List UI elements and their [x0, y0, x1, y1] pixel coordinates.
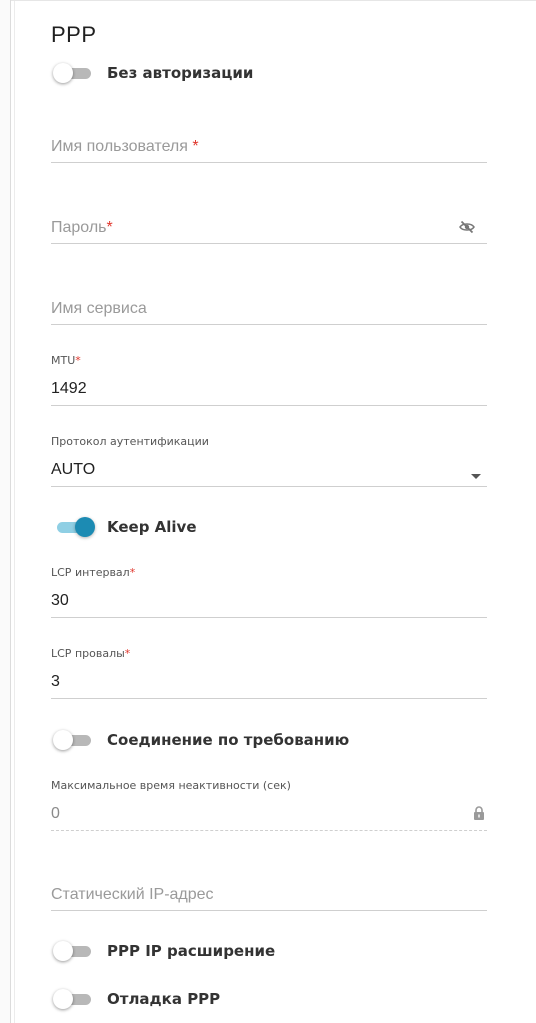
max-idle-value: 0 [51, 805, 60, 822]
mtu-underline [51, 405, 487, 406]
mtu-value[interactable]: 1492 [51, 380, 87, 398]
lock-icon [473, 806, 485, 826]
no-auth-toggle-row[interactable]: Без авторизации [53, 62, 253, 84]
service-name-field[interactable]: Имя сервиса [51, 294, 487, 325]
auth-protocol-label: Протокол аутентификации [51, 435, 209, 448]
ppp-debug-toggle-row[interactable]: Отладка PPP [53, 988, 220, 1010]
password-underline [51, 243, 487, 244]
lcp-fails-underline [51, 698, 487, 699]
username-underline [51, 162, 487, 163]
lcp-interval-field[interactable]: LCP интервал* 30 [51, 566, 487, 618]
no-auth-label: Без авторизации [107, 64, 254, 82]
ppp-debug-label: Отладка PPP [107, 990, 221, 1008]
auth-protocol-value[interactable]: AUTO [51, 461, 95, 479]
on-demand-switch[interactable] [53, 730, 93, 750]
switch-knob [53, 989, 73, 1009]
mtu-label: MTU* [51, 354, 81, 367]
lcp-fails-label: LCP провалы* [51, 647, 131, 660]
auth-protocol-select[interactable]: Протокол аутентификации AUTO [51, 435, 487, 487]
max-idle-underline [51, 830, 487, 831]
left-panel-edge [0, 0, 11, 1023]
service-name-placeholder: Имя сервиса [51, 300, 147, 317]
section-title: PPP [51, 22, 97, 47]
keep-alive-toggle-row[interactable]: Keep Alive [53, 516, 197, 538]
keep-alive-switch[interactable] [53, 517, 95, 537]
max-idle-label: Максимальное время неактивности (сек) [51, 779, 291, 792]
ppp-ip-ext-label: PPP IP расширение [107, 942, 276, 960]
eye-off-icon[interactable] [459, 220, 475, 239]
username-placeholder: Имя пользователя * [51, 138, 199, 155]
top-divider [11, 0, 536, 1]
keep-alive-label: Keep Alive [107, 518, 197, 536]
ppp-debug-switch[interactable] [53, 989, 93, 1009]
service-name-underline [51, 324, 487, 325]
switch-knob [53, 63, 73, 83]
static-ip-placeholder: Статический IP-адрес [51, 886, 214, 903]
lcp-interval-underline [51, 617, 487, 618]
lcp-interval-value[interactable]: 30 [51, 592, 69, 610]
auth-protocol-underline [51, 486, 487, 487]
max-idle-field: Максимальное время неактивности (сек) 0 [51, 779, 487, 831]
ppp-ip-ext-switch[interactable] [53, 941, 93, 961]
on-demand-label: Соединение по требованию [107, 731, 350, 749]
password-field[interactable]: Пароль* [51, 213, 487, 244]
static-ip-field[interactable]: Статический IP-адрес [51, 880, 487, 911]
switch-knob [53, 941, 73, 961]
lcp-interval-label: LCP интервал* [51, 566, 136, 579]
no-auth-switch[interactable] [53, 63, 93, 83]
username-field[interactable]: Имя пользователя * [51, 132, 487, 163]
on-demand-toggle-row[interactable]: Соединение по требованию [53, 729, 349, 751]
mtu-field[interactable]: MTU* 1492 [51, 354, 487, 406]
static-ip-underline [51, 910, 487, 911]
switch-knob [53, 730, 73, 750]
ppp-ip-ext-toggle-row[interactable]: PPP IP расширение [53, 940, 275, 962]
lcp-fails-field[interactable]: LCP провалы* 3 [51, 647, 487, 699]
caret-down-icon[interactable] [471, 467, 481, 485]
left-divider [14, 0, 15, 1023]
lcp-fails-value[interactable]: 3 [51, 673, 60, 691]
switch-knob [75, 517, 95, 537]
password-placeholder: Пароль* [51, 219, 113, 236]
